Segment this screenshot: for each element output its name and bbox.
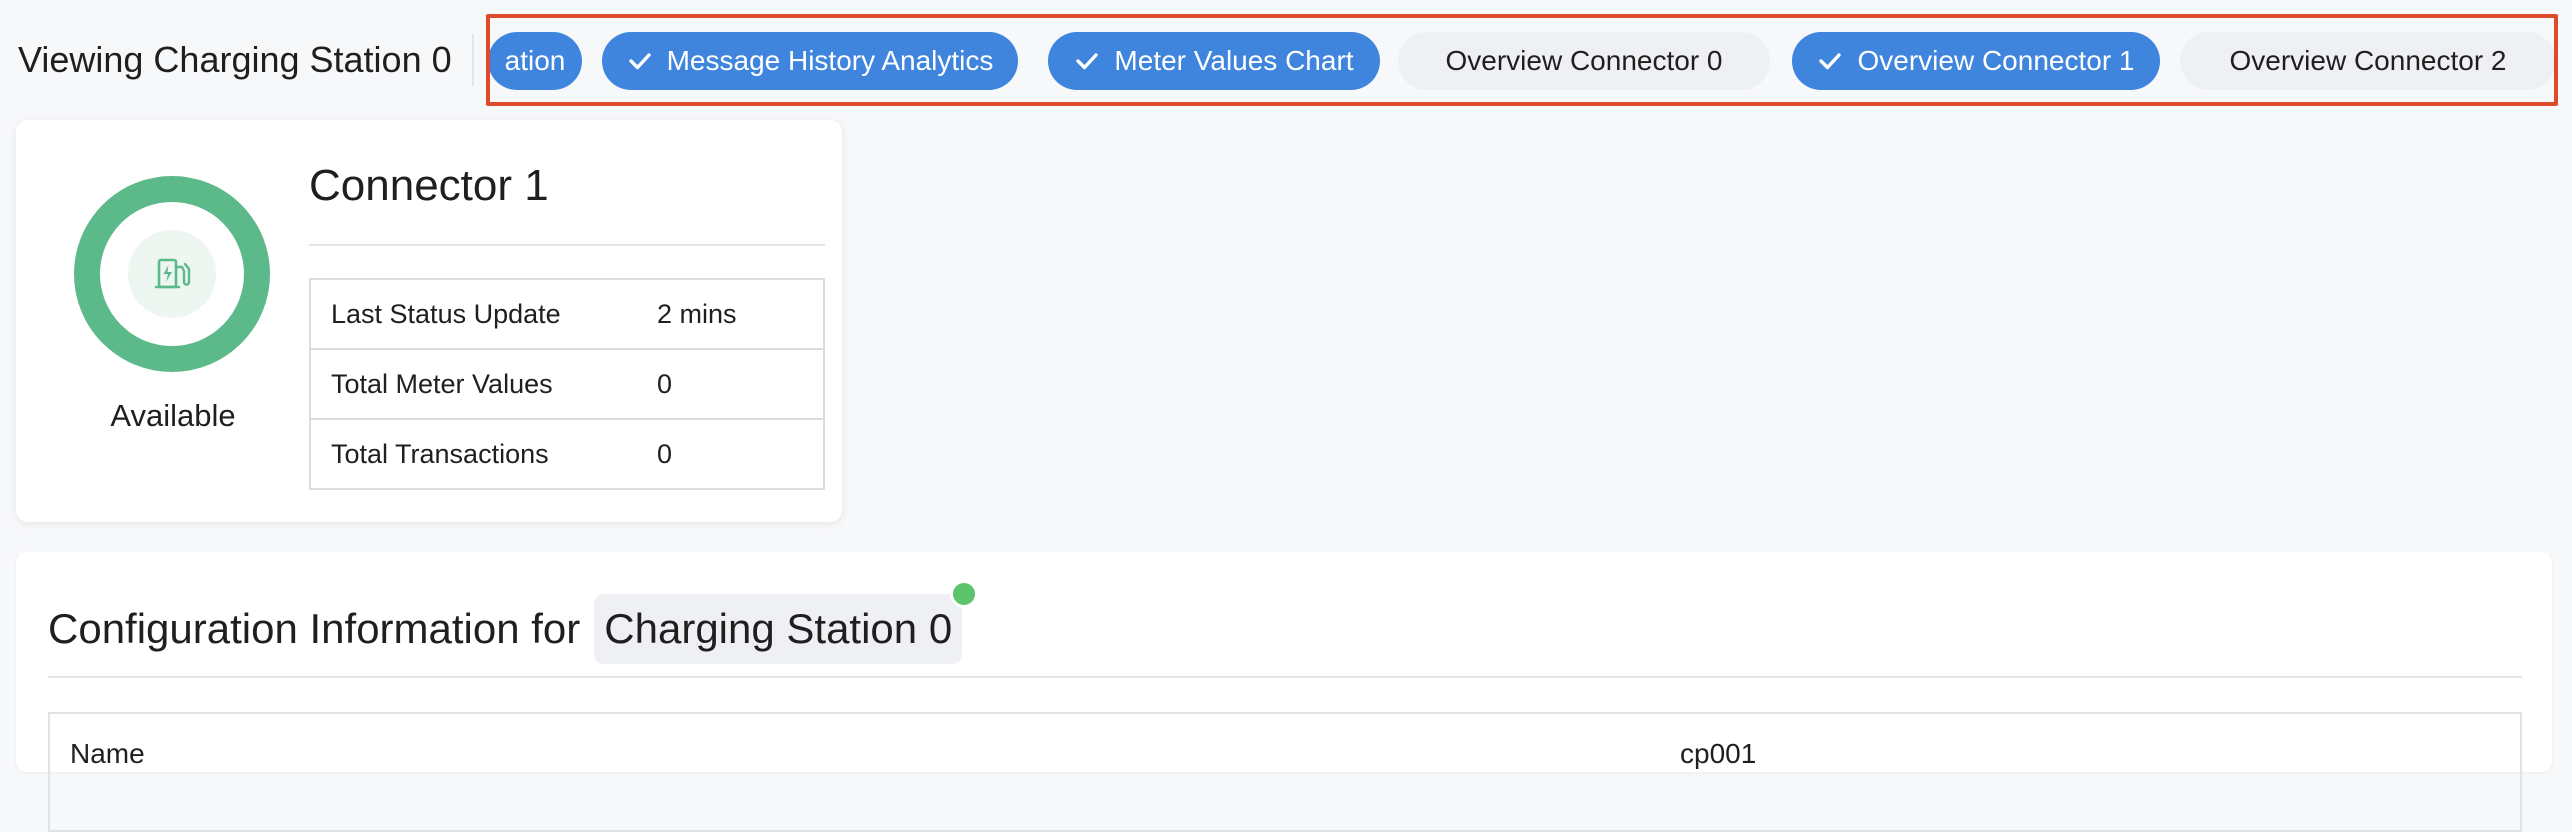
station-name-tag: Charging Station 0 [594,580,979,664]
row-key: Last Status Update [331,298,561,329]
row-key: Name [70,738,145,769]
connector-card: Available Connector 1 Last Status Update… [16,120,842,522]
row-value: 0 [657,438,673,469]
selection-highlight-box [486,14,2558,106]
table-row: Name cp001 [50,714,2520,794]
status-ring [72,174,272,374]
table-row: Last Status Update 2 mins [311,280,823,348]
divider [309,244,825,246]
divider [48,676,2522,678]
configuration-panel: Configuration Information for Charging S… [16,552,2552,832]
row-key: Total Meter Values [331,368,553,399]
table-row: Total Transactions 0 [311,418,823,488]
config-table: Name cp001 [48,712,2522,832]
ev-charger-icon [154,258,191,289]
connector-title: Connector 1 [309,161,549,210]
row-value: 2 mins [657,298,737,329]
page-title: Viewing Charging Station 0 [18,39,452,80]
table-row: Total Meter Values 0 [311,348,823,418]
config-heading: Configuration Information for Charging S… [48,580,979,664]
divider [472,34,474,86]
online-status-dot [950,580,979,608]
connector-info-table: Last Status Update 2 mins Total Meter Va… [309,278,825,490]
config-heading-prefix: Configuration Information for [48,605,581,652]
top-bar: Viewing Charging Station 0 ation Message… [0,0,2572,116]
row-value: 0 [657,368,673,399]
row-value: cp001 [1680,738,1757,769]
connector-status: Available [110,398,236,433]
row-key: Total Transactions [331,438,549,469]
station-name: Charging Station 0 [604,605,953,652]
